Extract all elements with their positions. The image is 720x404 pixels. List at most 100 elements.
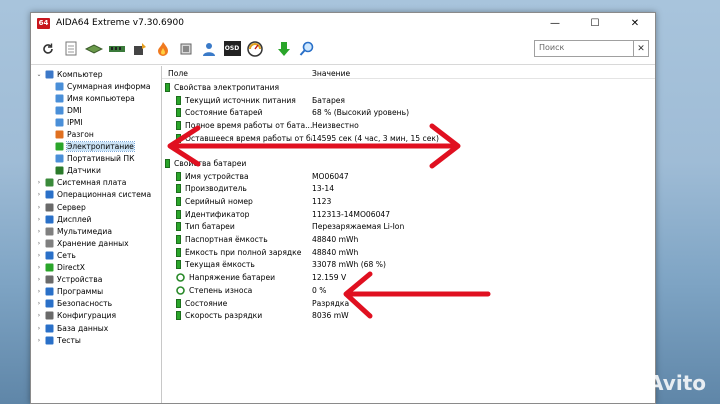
gauge-icon[interactable]	[244, 38, 266, 60]
value-cell: 8036 mW	[312, 311, 349, 321]
tree-item-2[interactable]: Имя компьютера	[31, 92, 161, 104]
tree-item-22[interactable]: › Тесты	[31, 334, 161, 346]
tree-item-0[interactable]: ⌄ Компьютер	[31, 68, 161, 80]
battery-icon	[176, 184, 181, 194]
tree-item-3[interactable]: DMI	[31, 104, 161, 116]
field-cell: Паспортная ёмкость	[162, 235, 312, 245]
expand-icon[interactable]: ›	[35, 288, 43, 295]
table-row[interactable]: Состояние Разрядка	[162, 297, 655, 310]
battery-icon	[176, 133, 181, 143]
battery-icon	[176, 95, 181, 105]
tree-item-7[interactable]: Портативный ПК	[31, 153, 161, 165]
column-field[interactable]: Поле	[162, 69, 312, 78]
tree-item-18[interactable]: › Программы	[31, 286, 161, 298]
expand-icon[interactable]: ›	[35, 337, 43, 344]
memory-icon[interactable]	[106, 38, 128, 60]
tree-item-6[interactable]: Электропитание	[31, 141, 161, 153]
expand-icon[interactable]: ›	[35, 252, 43, 259]
motherboard-icon[interactable]	[83, 38, 105, 60]
clear-search-button[interactable]: ✕	[634, 40, 649, 57]
tree-item-label: Операционная система	[57, 190, 152, 200]
table-row[interactable]: Состояние батарей 68 % (Высокий уровень)	[162, 106, 655, 119]
expand-icon[interactable]: ›	[35, 216, 43, 223]
tree-item-14[interactable]: › Хранение данных	[31, 237, 161, 249]
expand-icon[interactable]: ›	[35, 300, 43, 307]
value-cell: Батарея	[312, 95, 346, 105]
tree-item-label: Датчики	[67, 166, 101, 176]
table-row[interactable]: Производитель 13-14	[162, 183, 655, 196]
collapse-icon[interactable]: ⌄	[35, 71, 43, 78]
battery-icon	[176, 247, 181, 257]
table-row[interactable]: Напряжение батареи 12.159 V	[162, 271, 655, 284]
value-cell: 13-14	[312, 184, 335, 194]
expand-icon[interactable]: ›	[35, 276, 43, 283]
update-icon[interactable]	[273, 38, 295, 60]
expand-icon[interactable]: ›	[35, 204, 43, 211]
flame-icon[interactable]	[152, 38, 174, 60]
table-row[interactable]: Оставшееся время работы от бат...14595 с…	[162, 132, 655, 145]
refresh-icon[interactable]	[37, 38, 59, 60]
tree-item-16[interactable]: › DirectX	[31, 262, 161, 274]
table-row[interactable]: Скорость разрядки 8036 mW	[162, 309, 655, 322]
tree-item-label: База данных	[57, 323, 109, 333]
summary-icon	[54, 82, 64, 91]
field-cell: Ёмкость при полной зарядке	[162, 247, 312, 257]
search-icon[interactable]	[296, 38, 318, 60]
chip-icon[interactable]	[175, 38, 197, 60]
field-label: Состояние	[185, 298, 228, 308]
dmi-icon	[54, 106, 64, 115]
field-cell: Текущий источник питания	[162, 95, 312, 105]
table-row[interactable]: Текущая ёмкость 33078 mWh (68 %)	[162, 259, 655, 272]
tree-item-20[interactable]: › Конфигурация	[31, 310, 161, 322]
table-row[interactable]: Серийный номер 1123	[162, 195, 655, 208]
table-row[interactable]: Паспортная ёмкость 48840 mWh	[162, 233, 655, 246]
tree-item-13[interactable]: › Мультимедиа	[31, 225, 161, 237]
table-row[interactable]: Идентификатор 112313-14MO06047	[162, 208, 655, 221]
expand-icon[interactable]: ›	[35, 191, 43, 198]
tree-item-5[interactable]: Разгон	[31, 128, 161, 140]
tree-item-21[interactable]: › База данных	[31, 322, 161, 334]
tree-item-8[interactable]: Датчики	[31, 165, 161, 177]
battery-icon	[176, 222, 181, 232]
tree-item-10[interactable]: › Операционная система	[31, 189, 161, 201]
tree-item-label: Программы	[57, 287, 104, 297]
tree-item-label: Портативный ПК	[67, 154, 135, 164]
table-row[interactable]: Тип батареи Перезаряжаемая Li-Ion	[162, 221, 655, 234]
tree-item-label: DirectX	[57, 263, 85, 273]
search-input[interactable]: Поиск	[534, 40, 634, 57]
tree-item-17[interactable]: › Устройства	[31, 274, 161, 286]
expand-icon[interactable]: ›	[35, 179, 43, 186]
tree-item-4[interactable]: IPMI	[31, 116, 161, 128]
expand-icon[interactable]: ›	[35, 325, 43, 332]
field-cell: Состояние батарей	[162, 108, 312, 118]
table-row[interactable]: Ёмкость при полной зарядке 48840 mWh	[162, 246, 655, 259]
table-row[interactable]: Имя устройства MO06047	[162, 170, 655, 183]
cpu-icon[interactable]	[129, 38, 151, 60]
expand-icon[interactable]: ›	[35, 228, 43, 235]
tree-item-19[interactable]: › Безопасность	[31, 298, 161, 310]
table-row[interactable]: Степень износа 0 %	[162, 284, 655, 297]
column-value[interactable]: Значение	[312, 69, 350, 78]
expand-icon[interactable]: ›	[35, 312, 43, 319]
maximize-button[interactable]: ☐	[575, 13, 615, 33]
field-cell: Текущая ёмкость	[162, 260, 312, 270]
tree-item-15[interactable]: › Сеть	[31, 249, 161, 261]
value-cell: 48840 mWh	[312, 247, 359, 257]
table-rows: Свойства электропитания Текущий источник …	[162, 79, 655, 322]
report-icon[interactable]	[60, 38, 82, 60]
minimize-button[interactable]: —	[535, 13, 575, 33]
osd-icon[interactable]: OSD	[221, 38, 243, 60]
table-row[interactable]: Текущий источник питания Батарея	[162, 94, 655, 107]
close-button[interactable]: ✕	[615, 13, 655, 33]
tree-item-9[interactable]: › Системная плата	[31, 177, 161, 189]
section-header[interactable]: Свойства батареи	[162, 157, 655, 170]
expand-icon[interactable]: ›	[35, 264, 43, 271]
tree-item-12[interactable]: › Дисплей	[31, 213, 161, 225]
network-user-icon[interactable]	[198, 38, 220, 60]
section-header[interactable]: Свойства электропитания	[162, 81, 655, 94]
table-row[interactable]: Полное время работы от бата... Неизвестно	[162, 119, 655, 132]
tree-item-1[interactable]: Суммарная информа	[31, 80, 161, 92]
expand-icon[interactable]: ›	[35, 240, 43, 247]
tree-item-11[interactable]: › Сервер	[31, 201, 161, 213]
field-label: Текущий источник питания	[185, 95, 296, 105]
